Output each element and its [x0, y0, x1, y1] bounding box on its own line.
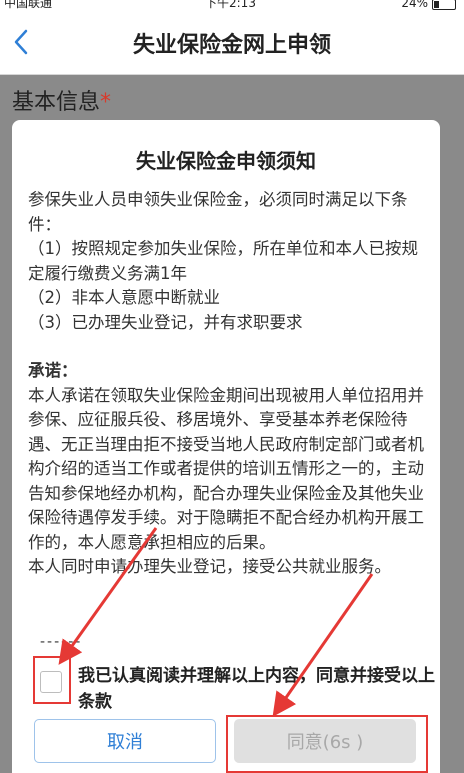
annotation-arrow-checkbox	[58, 527, 158, 665]
annotation-arrows	[58, 527, 374, 717]
annotation-arrow-agree	[272, 573, 374, 717]
